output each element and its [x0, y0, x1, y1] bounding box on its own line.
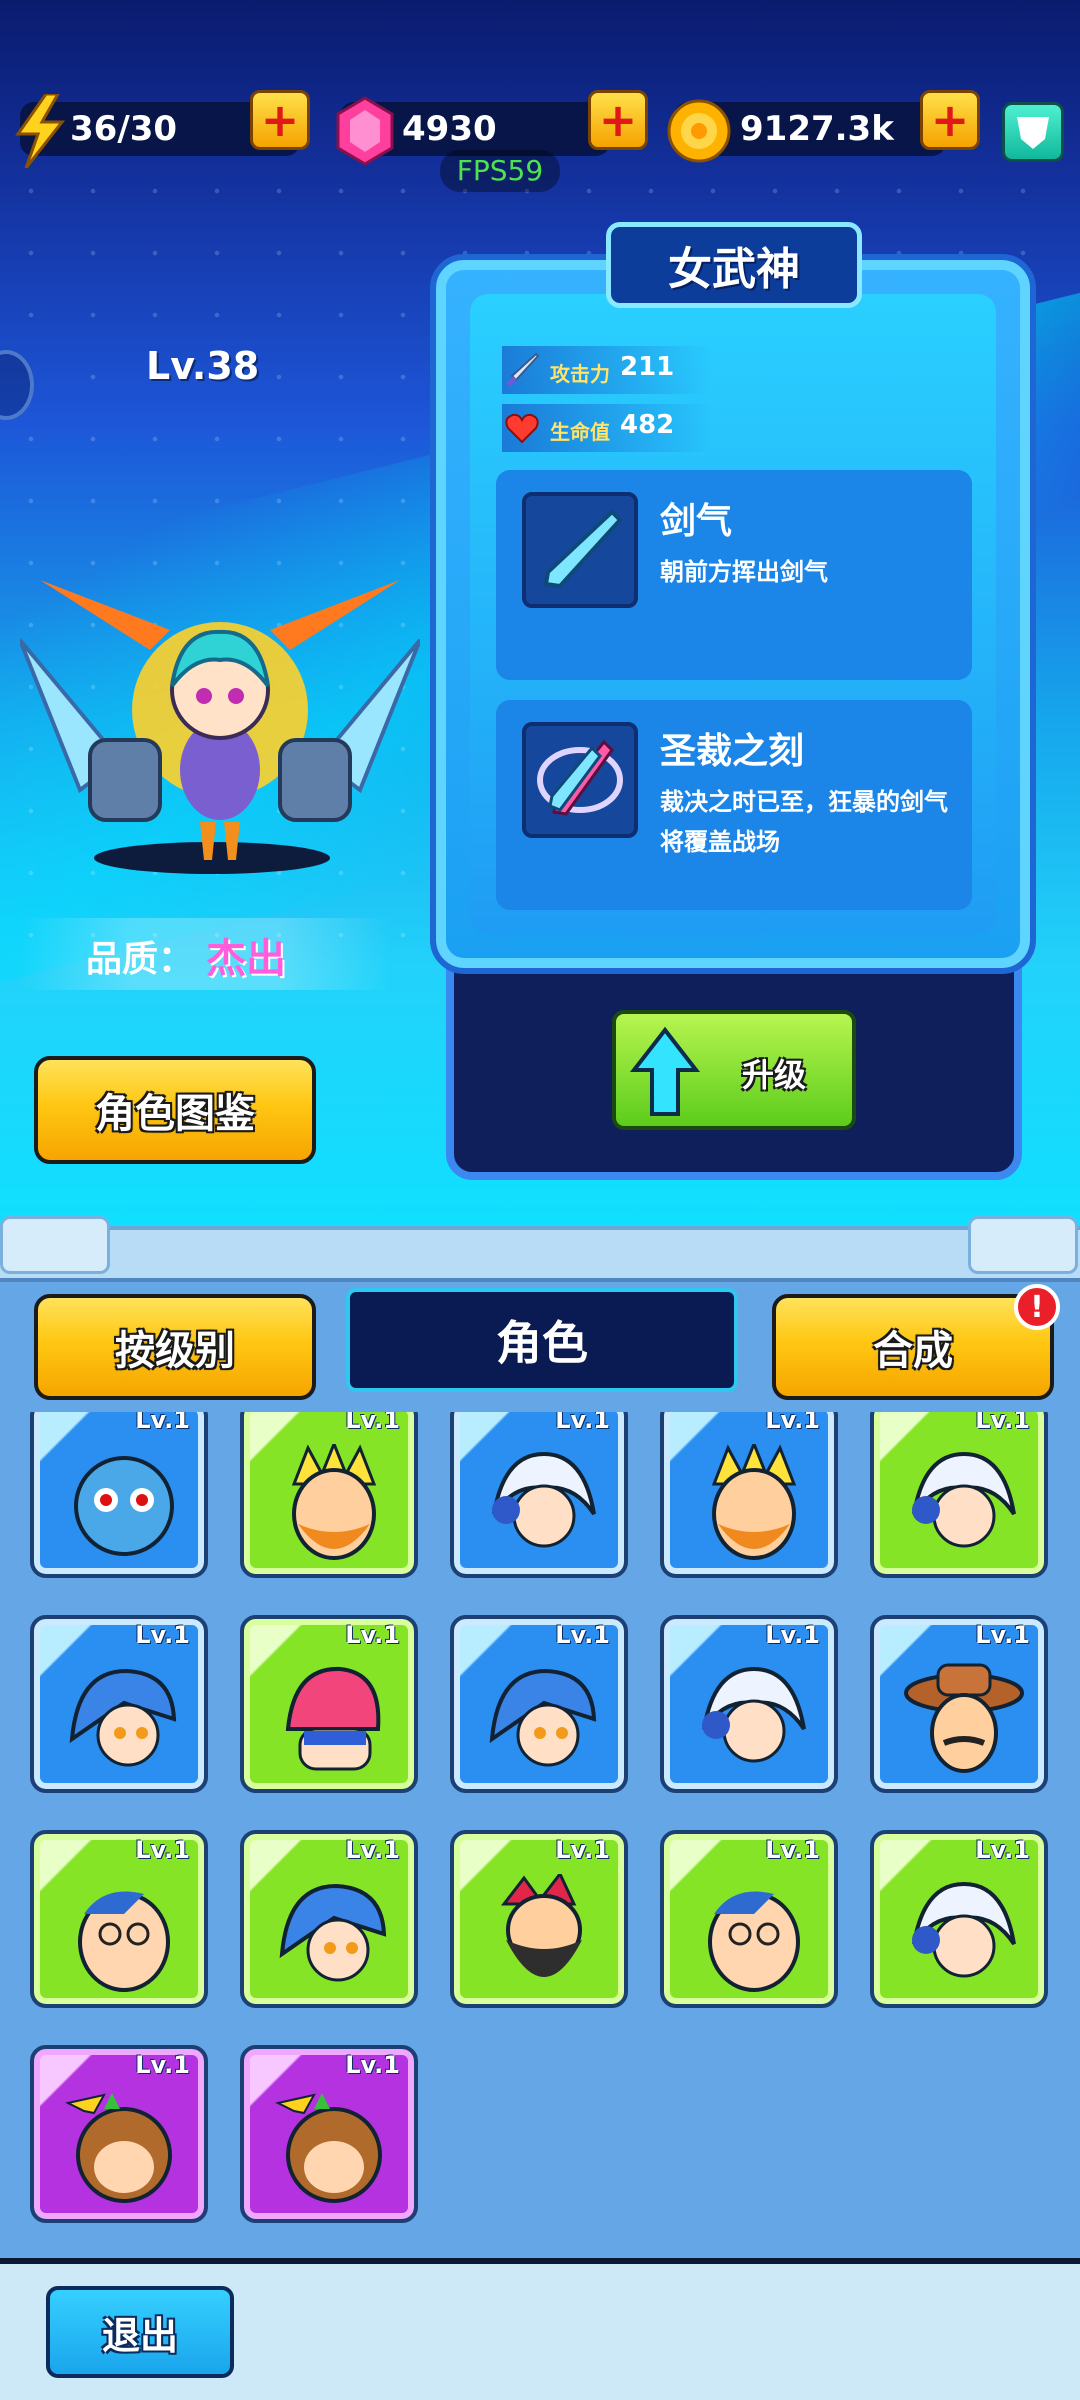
cowboy-portrait — [904, 1663, 1024, 1773]
roster-card[interactable]: Lv.1 — [30, 1412, 208, 1578]
roster-card-level: Lv.1 — [135, 1836, 190, 1864]
roster-card[interactable]: Lv.1 — [240, 1412, 418, 1578]
white-hair-girl-portrait — [492, 1451, 596, 1548]
glasses-man-portrait — [708, 1891, 800, 1992]
white-hair-girl-portrait — [702, 1666, 806, 1763]
gem-icon — [336, 96, 394, 166]
skill-1-name: 剑气 — [660, 501, 733, 542]
roster-card-level: Lv.1 — [345, 2051, 400, 2079]
roster-card[interactable]: Lv.1 — [870, 1412, 1048, 1578]
blue-hair-girl-portrait — [489, 1668, 597, 1767]
bearded-man-portrait — [500, 1874, 582, 1977]
skill-2-name: 圣裁之刻 — [660, 731, 805, 772]
hp-stat: 生命值 482 — [502, 404, 712, 452]
blue-monster-portrait — [74, 1456, 174, 1556]
roster-card[interactable]: Lv.1 — [450, 1412, 628, 1578]
character-name: 女武神 — [606, 222, 862, 308]
roster-card[interactable]: Lv.1 — [660, 1412, 838, 1578]
add-gold-button[interactable]: + — [920, 90, 980, 150]
tab-roles[interactable]: 角色 — [346, 1288, 738, 1392]
glasses-man-portrait — [78, 1891, 170, 1992]
hp-label: 生命值 — [550, 420, 610, 444]
spiky-blond-man-portrait — [291, 1444, 377, 1560]
character-codex-button[interactable]: 角色图鉴 — [34, 1056, 316, 1164]
energy-value: 36/30 — [70, 109, 178, 149]
skill-2-desc: 裁决之时已至，狂暴的剑气将覆盖战场 — [660, 788, 948, 856]
sort-by-level-button[interactable]: 按级别 — [34, 1294, 316, 1400]
roster-card[interactable]: Lv.1 — [660, 1830, 838, 2008]
fps-counter: FPS59 — [440, 150, 560, 192]
skill-1-desc: 朝前方挥出剑气 — [660, 558, 828, 586]
divider-cap-right — [968, 1216, 1078, 1274]
add-gems-button[interactable]: + — [588, 90, 648, 150]
merge-button[interactable]: 合成 — [772, 1294, 1054, 1400]
roster-card-level: Lv.1 — [555, 1621, 610, 1649]
quality-row: 品质： 杰出 — [20, 918, 390, 990]
white-hair-girl-portrait — [912, 1881, 1016, 1978]
roster-card[interactable]: Lv.1 — [240, 1615, 418, 1793]
spiky-blond-man-portrait — [711, 1444, 797, 1560]
roster-card-level: Lv.1 — [975, 1412, 1030, 1434]
sword-slash-icon — [522, 492, 638, 608]
roster-card-level: Lv.1 — [765, 1412, 820, 1434]
roster-card[interactable]: Lv.1 — [240, 2045, 418, 2223]
character-level: Lv.38 — [146, 344, 260, 388]
roster-card-level: Lv.1 — [975, 1621, 1030, 1649]
up-arrow-icon — [630, 1026, 700, 1116]
attack-stat: 攻击力 211 — [502, 346, 712, 394]
shop-button[interactable] — [1002, 102, 1064, 162]
monkey-portrait — [275, 2093, 382, 2203]
skill-card-2[interactable]: 圣裁之刻 裁决之时已至，狂暴的剑气将覆盖战场 — [496, 700, 972, 910]
roster-grid[interactable]: Lv.1 Lv.1 Lv.1 Lv.1 Lv.1 Lv.1 Lv.1 Lv.1 Lv.1 Lv.1… — [0, 1412, 1080, 2258]
roster-card-level: Lv.1 — [345, 1621, 400, 1649]
attack-value: 211 — [620, 352, 675, 382]
quality-label: 品质： — [86, 939, 195, 980]
hp-value: 482 — [620, 410, 675, 440]
roster-card[interactable]: Lv.1 — [870, 1830, 1048, 2008]
shield-icon — [1017, 117, 1049, 149]
roster-card[interactable]: Lv.1 — [30, 1615, 208, 1793]
blue-hair-girl-portrait — [279, 1883, 387, 1982]
quality-value: 杰出 — [206, 936, 286, 982]
upgrade-button[interactable]: 升级 — [612, 1010, 856, 1130]
lightning-icon — [15, 94, 66, 168]
roster-card-level: Lv.1 — [135, 1621, 190, 1649]
gold-coin-icon — [667, 99, 731, 163]
gold-value: 9127.3k — [740, 109, 894, 149]
section-divider — [0, 1216, 1080, 1282]
heart-icon — [505, 413, 539, 444]
roster-card[interactable]: Lv.1 — [240, 1830, 418, 2008]
roster-card[interactable]: Lv.1 — [660, 1615, 838, 1793]
monkey-portrait — [65, 2093, 172, 2203]
roster-card-level: Lv.1 — [765, 1836, 820, 1864]
blue-hair-girl-portrait — [69, 1668, 177, 1767]
roster-card-level: Lv.1 — [135, 1412, 190, 1434]
white-hair-girl-portrait — [912, 1451, 1016, 1548]
roster-card[interactable]: Lv.1 — [870, 1615, 1048, 1793]
roster-card-level: Lv.1 — [345, 1836, 400, 1864]
roster-card-level: Lv.1 — [345, 1412, 400, 1434]
skill-card-1[interactable]: 剑气 朝前方挥出剑气 — [496, 470, 972, 680]
exit-button[interactable]: 退出 — [46, 2286, 234, 2378]
valkyrie-character-image — [20, 580, 420, 860]
roster-card[interactable]: Lv.1 — [30, 1830, 208, 2008]
roster-card[interactable]: Lv.1 — [30, 2045, 208, 2223]
attack-label: 攻击力 — [550, 362, 610, 386]
roster-card[interactable]: Lv.1 — [450, 1615, 628, 1793]
roster-card[interactable]: Lv.1 — [450, 1830, 628, 2008]
sword-icon — [506, 352, 540, 387]
roster-card-level: Lv.1 — [555, 1836, 610, 1864]
divider-cap-left — [0, 1216, 110, 1274]
roster-card-level: Lv.1 — [765, 1621, 820, 1649]
pink-hair-girl-portrait — [285, 1666, 381, 1771]
roster-card-level: Lv.1 — [555, 1412, 610, 1434]
add-energy-button[interactable]: + — [250, 90, 310, 150]
upgrade-label: 升级 — [742, 1056, 807, 1094]
merge-alert-badge: ! — [1014, 1284, 1060, 1330]
gem-value: 4930 — [402, 109, 497, 149]
roster-card-level: Lv.1 — [975, 1836, 1030, 1864]
roster-card-level: Lv.1 — [135, 2051, 190, 2079]
twin-swords-icon — [522, 722, 638, 838]
